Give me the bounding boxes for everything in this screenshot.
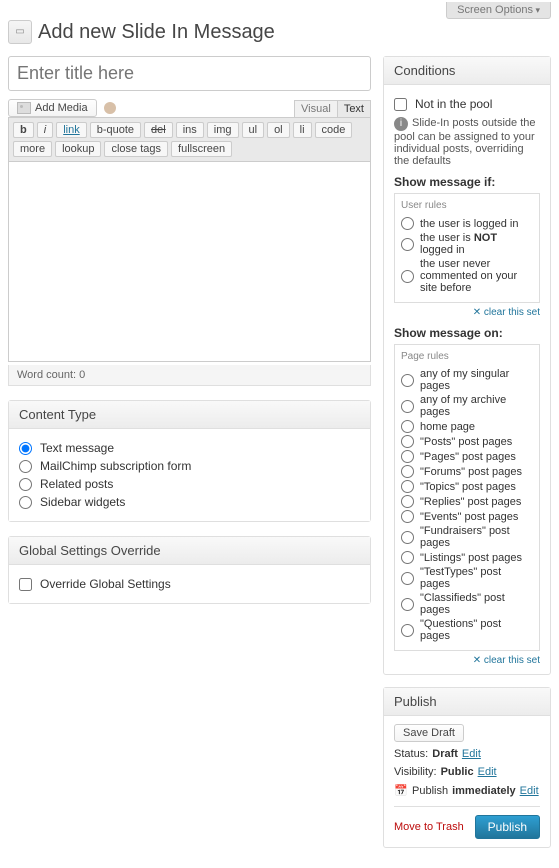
slidein-icon: ▭ [8, 20, 32, 44]
qt-ins[interactable]: ins [176, 122, 204, 138]
edit-visibility[interactable]: Edit [478, 766, 497, 778]
qt-del[interactable]: del [144, 122, 173, 138]
show-if-heading: Show message if: [394, 175, 540, 189]
conditions-info: iSlide-In posts outside the pool can be … [394, 117, 540, 167]
page-rule-3[interactable]: "Posts" post pages [401, 435, 533, 448]
qt-li[interactable]: li [293, 122, 312, 138]
page-rule-6[interactable]: "Topics" post pages [401, 480, 533, 493]
status-line: Status: Draft Edit [394, 748, 540, 760]
tab-visual[interactable]: Visual [294, 100, 338, 117]
qt-img[interactable]: img [207, 122, 239, 138]
add-media-button[interactable]: Add Media [8, 99, 97, 117]
rule-never-commented[interactable]: the user never commented on your site be… [401, 258, 533, 294]
media-badge-icon [104, 102, 116, 114]
publish-heading: Publish [384, 688, 550, 716]
content-type-related[interactable]: Related posts [19, 477, 360, 491]
page-rule-11[interactable]: "TestTypes" post pages [401, 566, 533, 590]
schedule-line: 📅 Publish immediately Edit [394, 784, 540, 798]
page-rules-fieldset: Page rules any of my singular pagesany o… [394, 344, 540, 651]
screen-options-toggle[interactable]: Screen Options [446, 2, 551, 19]
content-editor[interactable] [8, 162, 371, 362]
page-rule-4[interactable]: "Pages" post pages [401, 450, 533, 463]
content-type-sidebar[interactable]: Sidebar widgets [19, 495, 360, 509]
conditions-box: Conditions Not in the pool iSlide-In pos… [383, 56, 551, 675]
word-count-bar: Word count: 0 [8, 365, 371, 386]
clear-user-rules[interactable]: clear this set [473, 307, 540, 318]
not-in-pool-checkbox[interactable]: Not in the pool [394, 97, 540, 111]
content-type-text[interactable]: Text message [19, 441, 360, 455]
page-rule-7[interactable]: "Replies" post pages [401, 495, 533, 508]
qt-bold[interactable]: b [13, 122, 34, 138]
qt-code[interactable]: code [315, 122, 353, 138]
calendar-icon: 📅 [394, 784, 408, 798]
qt-link[interactable]: link [56, 122, 87, 138]
show-on-heading: Show message on: [394, 326, 540, 340]
content-type-box: Content Type Text message MailChimp subs… [8, 400, 371, 522]
qt-bquote[interactable]: b-quote [90, 122, 141, 138]
visibility-line: Visibility: Public Edit [394, 766, 540, 778]
tab-text[interactable]: Text [337, 100, 371, 117]
qt-ul[interactable]: ul [242, 122, 265, 138]
global-override-heading: Global Settings Override [9, 537, 370, 565]
conditions-heading: Conditions [384, 57, 550, 85]
rule-logged-in[interactable]: the user is logged in [401, 217, 533, 230]
page-rule-5[interactable]: "Forums" post pages [401, 465, 533, 478]
page-rule-0[interactable]: any of my singular pages [401, 368, 533, 392]
media-icon [17, 102, 31, 114]
page-rule-13[interactable]: "Questions" post pages [401, 618, 533, 642]
post-title-input[interactable] [8, 56, 371, 91]
qt-lookup[interactable]: lookup [55, 141, 101, 157]
page-title-text: Add new Slide In Message [38, 21, 275, 44]
page-rule-12[interactable]: "Classifieds" post pages [401, 592, 533, 616]
publish-box: Publish Save Draft Status: Draft Edit Vi… [383, 687, 551, 848]
content-type-mailchimp[interactable]: MailChimp subscription form [19, 459, 360, 473]
page-title: ▭ Add new Slide In Message [8, 20, 551, 44]
qt-close-tags[interactable]: close tags [104, 141, 168, 157]
clear-page-rules[interactable]: clear this set [473, 655, 540, 666]
edit-status[interactable]: Edit [462, 748, 481, 760]
global-override-box: Global Settings Override Override Global… [8, 536, 371, 604]
rule-not-logged-in[interactable]: the user is NOT logged in [401, 232, 533, 256]
quicktags-toolbar: b i link b-quote del ins img ul ol li co… [8, 117, 371, 162]
user-rules-fieldset: User rules the user is logged in the use… [394, 193, 540, 303]
page-rule-8[interactable]: "Events" post pages [401, 510, 533, 523]
publish-button[interactable]: Publish [475, 815, 540, 839]
page-rule-2[interactable]: home page [401, 420, 533, 433]
qt-italic[interactable]: i [37, 122, 53, 138]
move-to-trash[interactable]: Move to Trash [394, 821, 464, 833]
edit-schedule[interactable]: Edit [520, 785, 539, 797]
page-rule-1[interactable]: any of my archive pages [401, 394, 533, 418]
qt-fullscreen[interactable]: fullscreen [171, 141, 232, 157]
qt-ol[interactable]: ol [267, 122, 290, 138]
content-type-heading: Content Type [9, 401, 370, 429]
override-global-checkbox[interactable]: Override Global Settings [19, 577, 360, 591]
page-rule-10[interactable]: "Listings" post pages [401, 551, 533, 564]
info-icon: i [394, 117, 408, 131]
page-rules-legend: Page rules [401, 351, 533, 366]
save-draft-button[interactable]: Save Draft [394, 724, 464, 742]
page-rule-9[interactable]: "Fundraisers" post pages [401, 525, 533, 549]
qt-more[interactable]: more [13, 141, 52, 157]
user-rules-legend: User rules [401, 200, 533, 215]
